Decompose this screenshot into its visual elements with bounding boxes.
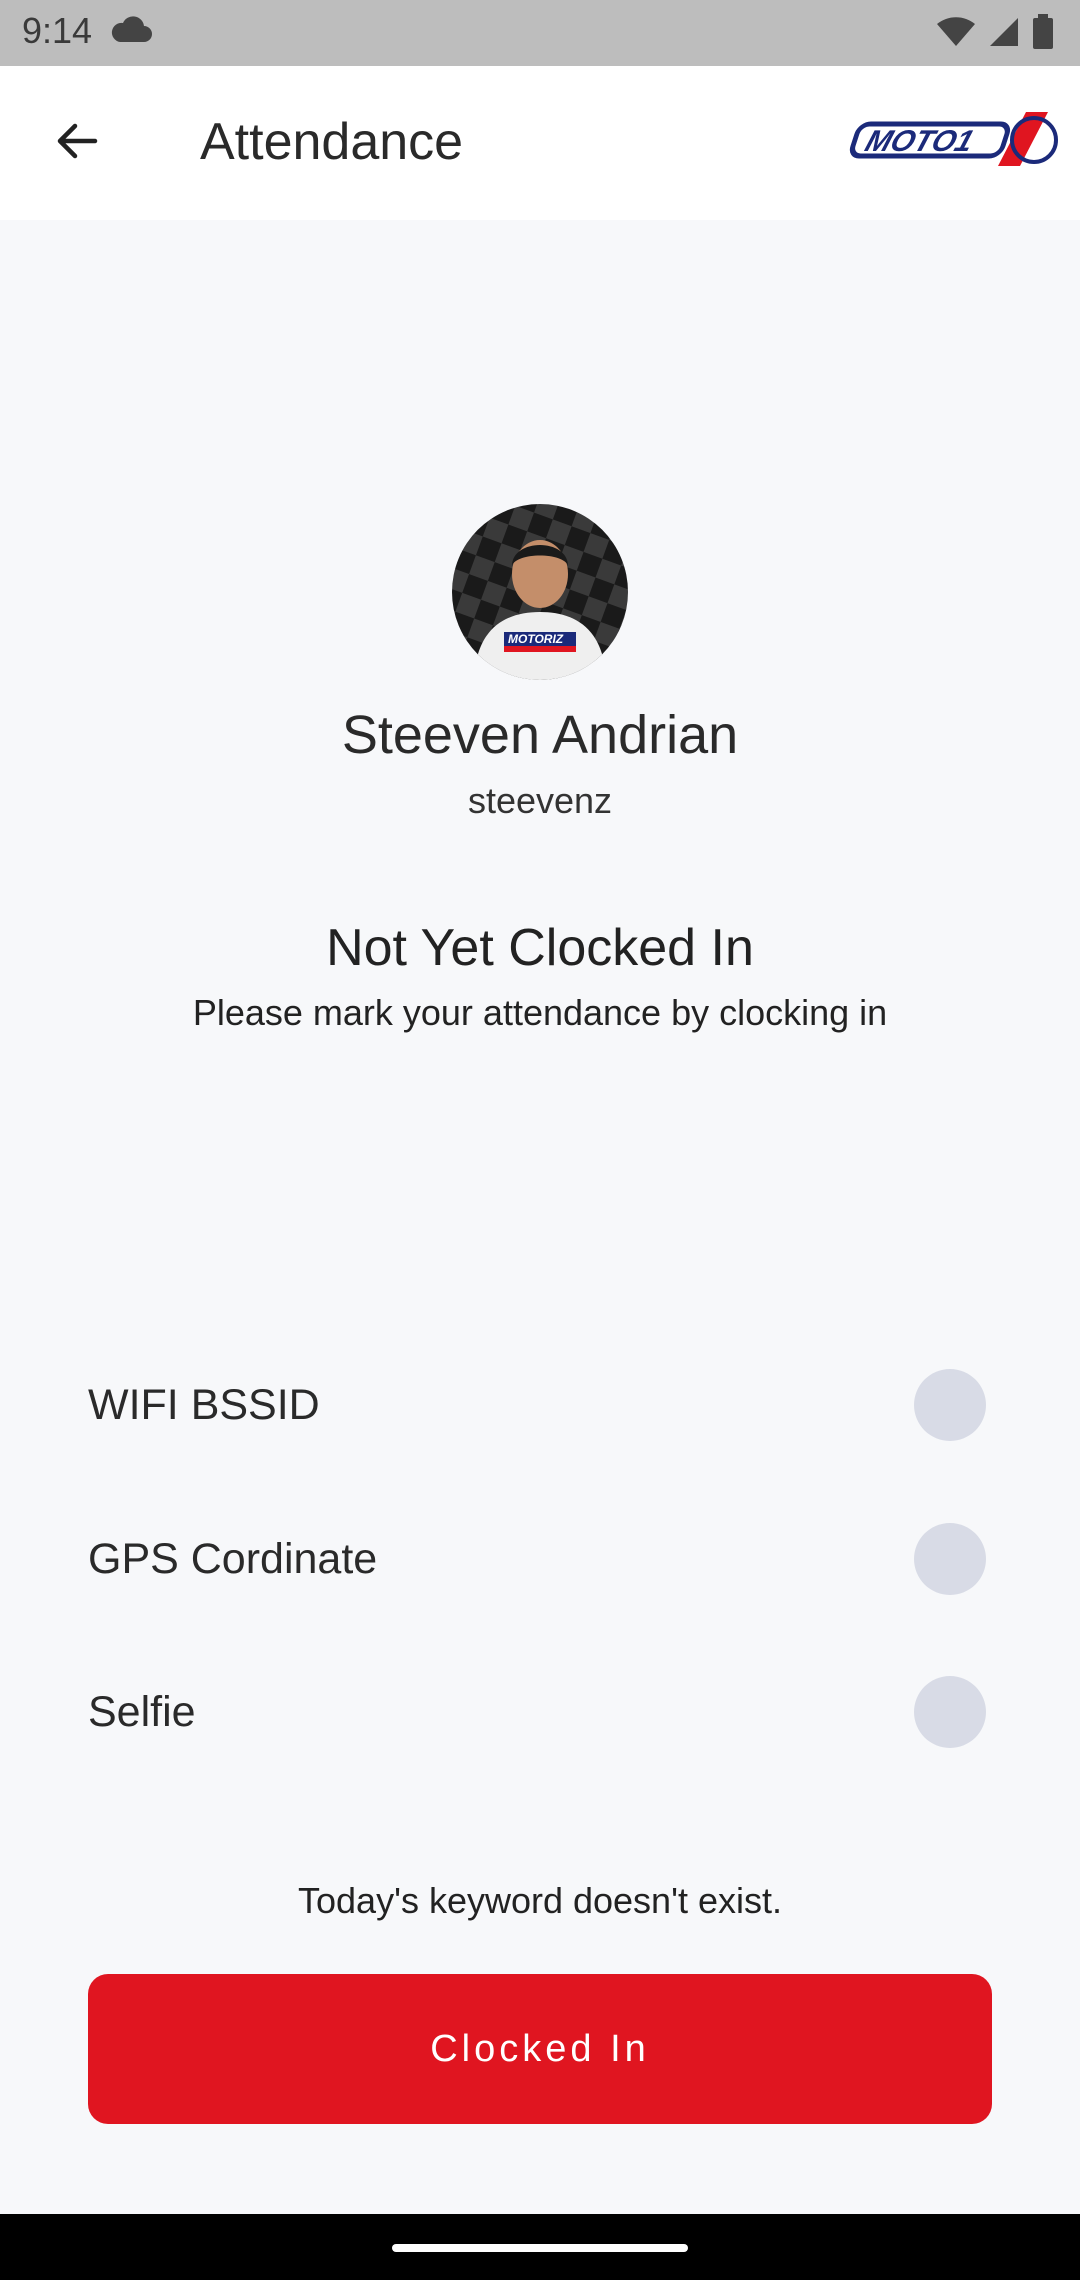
home-indicator[interactable] [392,2244,688,2252]
check-indicator [914,1369,986,1441]
check-row-wifi-bssid: WIFI BSSID [88,1367,986,1443]
user-name: Steeven Andrian [341,705,739,765]
wifi-icon [936,16,976,53]
cloud-icon [110,16,152,49]
app-bar: Attendance MOTO1 [0,66,1080,220]
back-button[interactable] [44,110,110,176]
status-time: 9:14 [22,10,93,51]
signal-icon [988,16,1020,53]
status-bar: 9:14 [0,0,1080,66]
arrow-left-icon [53,117,101,170]
check-label: GPS Cordinate [88,1534,378,1583]
check-row-gps-coordinate: GPS Cordinate [88,1521,986,1597]
avatar: MOTORIZ [452,504,628,680]
attendance-status-subtext: Please mark your attendance by clocking … [192,992,888,1033]
system-nav-bar [0,2214,1080,2280]
check-label: Selfie [88,1687,196,1736]
status-icons [936,14,1054,55]
keyword-message: Today's keyword doesn't exist. [298,1880,782,1921]
page-title: Attendance [200,113,464,171]
attendance-status-heading: Not Yet Clocked In [326,919,754,977]
user-handle: steevenz [467,780,613,821]
brand-logo: MOTO1 [848,106,1058,181]
logo-text: MOTO1 [861,124,978,158]
battery-icon [1032,14,1054,55]
check-row-selfie: Selfie [88,1674,986,1750]
shirt-logo-text: MOTORIZ [508,632,564,646]
check-indicator [914,1676,986,1748]
check-label: WIFI BSSID [88,1380,320,1429]
check-indicator [914,1523,986,1595]
clock-in-button[interactable]: Clocked In [88,1974,992,2124]
